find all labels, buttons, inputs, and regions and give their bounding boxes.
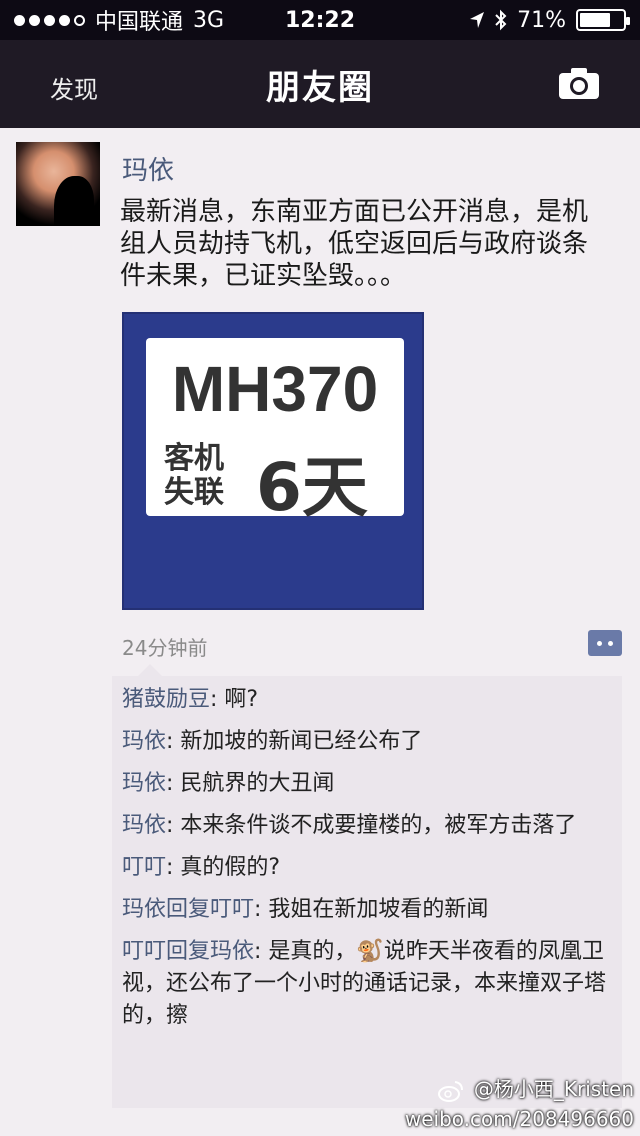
comment-text: : 我姐在新加坡看的新闻 — [254, 897, 489, 922]
page-title: 朋友圈 — [266, 67, 374, 108]
weibo-watermark: @杨小西_Kristen weibo.com/208496660 — [405, 1074, 634, 1134]
avatar[interactable] — [16, 142, 100, 226]
comment-author[interactable]: 玛依回复叮叮 — [122, 897, 254, 922]
comment-text: : 新加坡的新闻已经公布了 — [166, 729, 423, 754]
image-subtitle: 客机失联 — [164, 441, 224, 510]
comment-author[interactable]: 玛依 — [122, 729, 166, 754]
comment-item: 玛依回复叮叮: 我姐在新加坡看的新闻 — [122, 894, 612, 926]
comment-item: 叮叮回复玛依: 是真的，🐒说昨天半夜看的凤凰卫视，还公布了一个小时的通话记录，本… — [122, 936, 612, 1032]
post-image[interactable]: MH370 客机失联 6天 — [122, 312, 424, 610]
status-bar: 中国联通 3G 12:22 71% — [0, 0, 640, 40]
post-timestamp: 24分钟前 — [122, 636, 208, 660]
signal-strength-icon — [14, 14, 85, 26]
status-right: 71% — [469, 7, 630, 33]
comment-item: 玛依: 民航界的大丑闻 — [122, 768, 612, 800]
weibo-logo-icon — [437, 1080, 463, 1102]
battery-level-fill — [580, 13, 610, 27]
post-username[interactable]: 玛依 — [122, 150, 174, 187]
comment-author[interactable]: 叮叮回复玛依 — [122, 939, 254, 964]
battery-icon — [576, 9, 630, 31]
carrier-label: 中国联通 — [95, 10, 184, 35]
watermark-handle: @杨小西_Kristen — [473, 1077, 634, 1101]
watermark-url: weibo.com/208496660 — [404, 1107, 634, 1131]
bluetooth-icon — [495, 9, 507, 31]
comment-author[interactable]: 玛依 — [122, 813, 166, 838]
battery-percent: 71% — [517, 7, 566, 33]
comment-item: 玛依: 本来条件谈不成要撞楼的，被军方击落了 — [122, 810, 612, 842]
comment-text: : 民航界的大丑闻 — [166, 771, 335, 796]
comment-text: : 啊? — [210, 687, 259, 712]
comment-item: 叮叮: 真的假的? — [122, 852, 612, 884]
post-text: 最新消息，东南亚方面已公开消息，是机组人员劫持飞机，低空返回后与政府谈条件未果，… — [120, 197, 589, 291]
image-days: 6天 — [256, 449, 368, 526]
comment-author[interactable]: 猪鼓励豆 — [122, 687, 210, 712]
camera-icon[interactable] — [558, 66, 600, 100]
comment-icon[interactable] — [588, 630, 622, 656]
location-arrow-icon — [470, 12, 485, 28]
status-left: 中国联通 3G — [14, 4, 224, 36]
comment-text: : 本来条件谈不成要撞楼的，被军方击落了 — [166, 813, 577, 838]
comment-author[interactable]: 玛依 — [122, 771, 166, 796]
comments-panel: 猪鼓励豆: 啊? 玛依: 新加坡的新闻已经公布了 玛依: 民航界的大丑闻 玛依:… — [112, 664, 622, 1108]
network-label: 3G — [193, 7, 225, 33]
watermark-handle-row: @杨小西_Kristen — [405, 1074, 634, 1104]
comment-item: 玛依: 新加坡的新闻已经公布了 — [122, 726, 612, 758]
comment-author[interactable]: 叮叮 — [122, 855, 166, 880]
nav-bar: 发现 朋友圈 — [0, 40, 640, 128]
back-button[interactable]: 发现 — [50, 70, 98, 105]
image-headline: MH370 — [171, 353, 379, 425]
comment-item: 猪鼓励豆: 啊? — [122, 684, 612, 716]
comment-text: : 真的假的? — [166, 855, 281, 880]
image-card: MH370 客机失联 6天 — [146, 338, 404, 526]
